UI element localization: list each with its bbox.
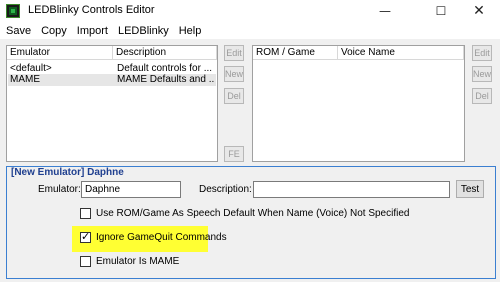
column-header-description[interactable]: Description <box>113 46 217 60</box>
close-button[interactable]: ✕ <box>456 0 500 22</box>
emulator-input[interactable] <box>81 181 181 198</box>
emulator-label: Emulator: <box>38 184 81 195</box>
checkbox-emulator-is-mame[interactable]: Emulator Is MAME <box>80 256 179 267</box>
minimize-button[interactable]: — <box>362 0 408 22</box>
checkbox-ignore-gamequit[interactable]: Ignore GameQuit Commands <box>80 230 227 243</box>
app-icon <box>6 4 20 18</box>
checkbox-box[interactable] <box>80 256 91 267</box>
test-button[interactable]: Test <box>456 180 484 198</box>
menu-save[interactable]: Save <box>2 25 37 37</box>
menu-ledblinky[interactable]: LEDBlinky <box>114 25 175 37</box>
menu-bar: Save Copy Import LEDBlinky Help <box>0 22 500 39</box>
rom-del-button[interactable]: Del <box>472 88 492 104</box>
emulator-del-button[interactable]: Del <box>224 88 244 104</box>
emulator-group-title: [New Emulator] Daphne <box>9 167 126 178</box>
description-input[interactable] <box>253 181 450 198</box>
rom-edit-button[interactable]: Edit <box>472 45 492 61</box>
list-item[interactable]: MAME <box>10 74 110 86</box>
checkbox-box-checked[interactable] <box>80 230 91 243</box>
column-header-emulator[interactable]: Emulator <box>7 46 113 60</box>
checkbox-box[interactable] <box>80 208 91 219</box>
description-label: Description: <box>199 184 252 195</box>
list-item-description[interactable]: MAME Defaults and ... <box>117 74 215 86</box>
checkbox-label: Use ROM/Game As Speech Default When Name… <box>96 208 410 219</box>
menu-help[interactable]: Help <box>175 25 208 37</box>
window-title: LEDBlinky Controls Editor <box>28 4 155 16</box>
emulator-edit-button[interactable]: Edit <box>224 45 244 61</box>
menu-import[interactable]: Import <box>73 25 114 37</box>
checkbox-label: Ignore GameQuit Commands <box>96 232 227 243</box>
column-header-rom-game[interactable]: ROM / Game <box>253 46 338 60</box>
emulator-list[interactable]: Emulator Description <default> Default c… <box>6 45 218 162</box>
menu-copy[interactable]: Copy <box>37 25 73 37</box>
fe-button[interactable]: FE <box>224 146 244 162</box>
rom-new-button[interactable]: New <box>472 66 492 82</box>
column-header-voice-name[interactable]: Voice Name <box>338 46 464 60</box>
title-bar: LEDBlinky Controls Editor — ☐ ✕ <box>0 0 500 22</box>
checkbox-speech-default[interactable]: Use ROM/Game As Speech Default When Name… <box>80 208 409 219</box>
emulator-new-button[interactable]: New <box>224 66 244 82</box>
checkbox-label: Emulator Is MAME <box>96 256 180 267</box>
rom-list[interactable]: ROM / Game Voice Name <box>252 45 465 162</box>
